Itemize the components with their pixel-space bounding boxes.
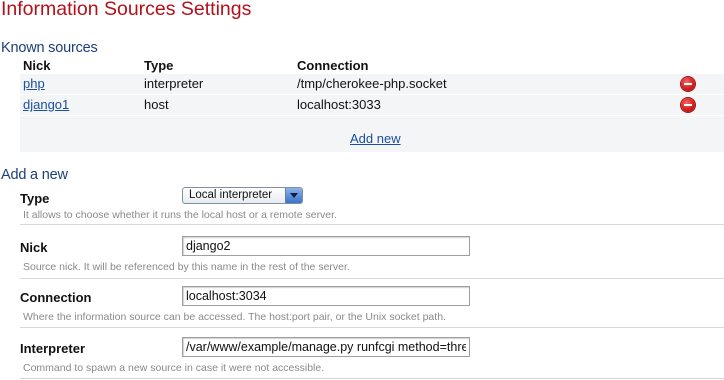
nick-input[interactable]: [182, 236, 470, 256]
interpreter-input[interactable]: [182, 337, 470, 357]
form-entry-connection: Connection Where the information source …: [20, 286, 724, 328]
column-header-type: Type: [144, 58, 174, 73]
connection-label: Connection: [20, 290, 92, 305]
column-header-connection: Connection: [297, 58, 369, 73]
delete-icon[interactable]: [681, 77, 695, 91]
add-new-title: Add a new: [1, 167, 68, 183]
form-entry-nick: Nick Source nick. It will be referenced …: [20, 236, 724, 279]
form-entry-type: Type Local interpreter It allows to choo…: [20, 187, 724, 225]
form-entry-interpreter: Interpreter Command to spawn a new sourc…: [20, 337, 724, 379]
source-connection: /tmp/cherokee-php.socket: [297, 76, 447, 91]
type-label: Type: [20, 191, 50, 206]
type-select[interactable]: Local interpreter: [182, 187, 303, 204]
type-select-value: Local interpreter: [189, 189, 273, 201]
connection-help: Where the information source can be acce…: [23, 311, 446, 323]
chevron-down-icon: [285, 188, 302, 203]
nick-label: Nick: [20, 240, 48, 255]
table-header: Nick Type Connection: [20, 56, 724, 74]
delete-icon[interactable]: [681, 98, 695, 112]
interpreter-help: Command to spawn a new source in case it…: [23, 362, 325, 374]
known-sources-table: Nick Type Connection php interpreter /tm…: [20, 56, 724, 152]
known-sources-title: Known sources: [1, 40, 98, 56]
add-new-row: Add new: [20, 116, 724, 152]
connection-input[interactable]: [182, 286, 470, 306]
nick-help: Source nick. It will be referenced by th…: [23, 261, 350, 273]
source-type: interpreter: [144, 76, 204, 91]
source-nick-link[interactable]: django1: [23, 97, 69, 112]
table-row: php interpreter /tmp/cherokee-php.socket: [20, 74, 724, 95]
table-row: django1 host localhost:3033: [20, 95, 724, 116]
source-connection: localhost:3033: [297, 97, 381, 112]
source-type: host: [144, 97, 169, 112]
interpreter-label: Interpreter: [20, 341, 86, 356]
add-new-link[interactable]: Add new: [350, 131, 401, 146]
column-header-nick: Nick: [23, 58, 51, 73]
page-title: Information Sources Settings: [1, 0, 252, 20]
source-nick-link[interactable]: php: [23, 76, 45, 91]
type-help: It allows to choose whether it runs the …: [23, 209, 337, 221]
